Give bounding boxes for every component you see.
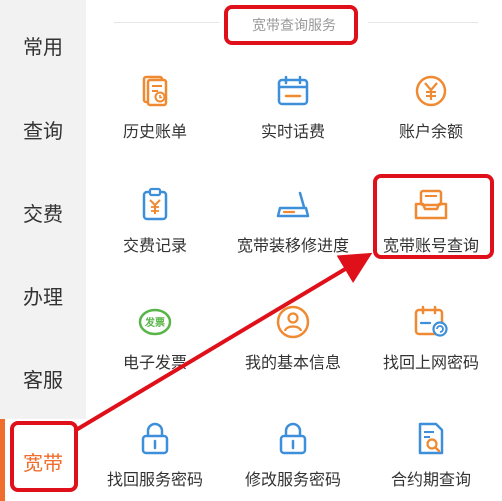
grid-item-realtime-fee[interactable]: 实时话费 xyxy=(224,72,362,162)
user-info-icon xyxy=(274,303,312,341)
grid-item-e-invoice[interactable]: 发票 电子发票 xyxy=(86,303,224,393)
sidebar-item-broadband[interactable]: 宽带 xyxy=(0,419,86,501)
lock-icon xyxy=(274,420,312,458)
grid-item-recover-internet-password[interactable]: 找回上网密码 xyxy=(362,303,500,393)
calendar-icon xyxy=(274,72,312,110)
document-search-icon xyxy=(412,420,450,458)
section-header: 宽带查询服务 xyxy=(86,8,502,42)
grid-item-recover-service-password[interactable]: 找回服务密码 xyxy=(86,420,224,501)
invoice-icon: 发票 xyxy=(136,303,174,341)
grid-item-broadband-progress[interactable]: 宽带装移修进度 xyxy=(224,186,362,276)
grid-item-change-service-password[interactable]: 修改服务密码 xyxy=(224,420,362,501)
payment-record-icon xyxy=(136,186,174,224)
grid-item-basic-info[interactable]: 我的基本信息 xyxy=(224,303,362,393)
sidebar-item-query[interactable]: 查询 xyxy=(0,87,86,171)
grid-item-label: 历史账单 xyxy=(122,122,187,141)
sidebar-item-common[interactable]: 常用 xyxy=(0,3,86,87)
grid-item-label: 找回服务密码 xyxy=(106,470,203,489)
sidebar-item-service[interactable]: 客服 xyxy=(0,336,86,420)
grid-item-payment-record[interactable]: 交费记录 xyxy=(86,186,224,276)
grid-item-contract-period-query[interactable]: 合约期查询 xyxy=(362,420,500,501)
grid-item-label: 交费记录 xyxy=(122,236,187,255)
section-title: 宽带查询服务 xyxy=(242,15,346,35)
grid-item-label: 宽带账号查询 xyxy=(382,236,479,255)
grid-item-label: 我的基本信息 xyxy=(244,353,341,372)
grid-item-label: 宽带装移修进度 xyxy=(236,236,349,255)
grid-item-label: 账户余额 xyxy=(398,122,463,141)
sidebar-item-payment[interactable]: 交费 xyxy=(0,170,86,254)
grid-item-label: 实时话费 xyxy=(260,122,325,141)
inbox-icon xyxy=(412,186,450,224)
grid-item-label: 合约期查询 xyxy=(390,470,471,489)
calendar-refresh-icon xyxy=(412,303,450,341)
grid-item-label: 找回上网密码 xyxy=(382,353,479,372)
grid-item-bill-history[interactable]: 历史账单 xyxy=(86,72,224,162)
yuan-coin-icon xyxy=(412,72,450,110)
sidebar-item-handle[interactable]: 办理 xyxy=(0,253,86,337)
lock-icon xyxy=(136,420,174,458)
grid-item-label: 电子发票 xyxy=(122,353,187,372)
grid-item-broadband-account-query[interactable]: 宽带账号查询 xyxy=(362,186,500,276)
bill-history-icon xyxy=(136,72,174,110)
service-panel: 宽带查询服务 历史账单 实时话费 账户余额 交费记录 宽带装移修进度 宽带账号查… xyxy=(86,0,502,501)
grid-item-label: 修改服务密码 xyxy=(244,470,341,489)
router-icon xyxy=(274,186,312,224)
grid-item-account-balance[interactable]: 账户余额 xyxy=(362,72,500,162)
category-sidebar: 常用 查询 交费 办理 客服 宽带 xyxy=(0,0,86,501)
invoice-icon-text: 发票 xyxy=(144,316,165,329)
